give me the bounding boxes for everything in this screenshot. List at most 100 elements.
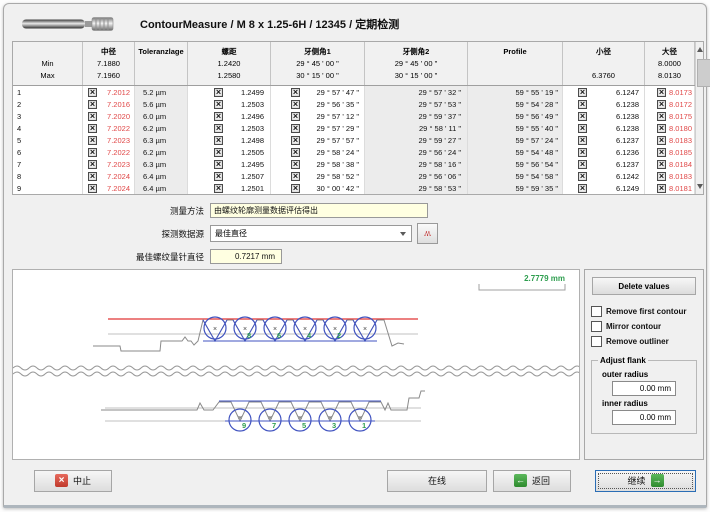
cell-value: 7.2023 [97, 136, 130, 145]
checked-checkbox-icon[interactable]: × [291, 136, 300, 145]
table-row[interactable]: 7×7.20236.3 µm×1.2495×29 ° 58 ' 38 "29 °… [13, 158, 695, 170]
unchecked-checkbox-icon[interactable] [591, 336, 602, 347]
checked-checkbox-icon[interactable]: × [291, 160, 300, 169]
back-button[interactable]: ← 返回 [493, 470, 571, 492]
checked-checkbox-icon[interactable]: × [578, 100, 587, 109]
contour-plot[interactable]: 2.7779 mm ××8×6×4×2××9×7×5×3×1 [12, 269, 580, 460]
checked-checkbox-icon[interactable]: × [88, 148, 97, 157]
checked-checkbox-icon[interactable]: × [214, 112, 223, 121]
table-scrollbar[interactable] [695, 42, 703, 194]
checked-checkbox-icon[interactable]: × [578, 136, 587, 145]
source-dropdown[interactable]: 最佳直径 [210, 225, 412, 242]
checked-checkbox-icon[interactable]: × [657, 184, 666, 193]
checked-checkbox-icon[interactable]: × [88, 100, 97, 109]
checked-checkbox-icon[interactable]: × [88, 124, 97, 133]
checked-checkbox-icon[interactable]: × [291, 184, 300, 193]
cell-d2: ×7.2022 [83, 146, 135, 158]
checked-checkbox-icon[interactable]: × [657, 124, 666, 133]
method-field[interactable]: 由螺纹轮廓测量数据评估得出 [210, 203, 428, 218]
checked-checkbox-icon[interactable]: × [657, 136, 666, 145]
checked-checkbox-icon[interactable]: × [291, 112, 300, 121]
outer-radius-value: 0.00 mm [640, 384, 671, 393]
cell-fa1: ×29 ° 57 ' 29 " [271, 122, 365, 134]
cell-value: 7.2024 [97, 184, 130, 193]
checked-checkbox-icon[interactable]: × [657, 148, 666, 157]
checked-checkbox-icon[interactable]: × [214, 88, 223, 97]
outer-radius-field[interactable]: 0.00 mm [612, 381, 676, 396]
checked-checkbox-icon[interactable]: × [214, 184, 223, 193]
checked-checkbox-icon[interactable]: × [214, 160, 223, 169]
unchecked-checkbox-icon[interactable] [591, 306, 602, 317]
contour-measure-dialog: ContourMeasure / M 8 x 1.25-6H / 12345 /… [3, 3, 707, 508]
checked-checkbox-icon[interactable]: × [657, 172, 666, 181]
scrollbar-down-icon[interactable] [696, 179, 703, 194]
checked-checkbox-icon[interactable]: × [657, 160, 666, 169]
table-row[interactable]: 1×7.20125.2 µm×1.2499×29 ° 57 ' 47 "29 °… [13, 86, 695, 98]
table-row[interactable]: 3×7.20206.0 µm×1.2496×29 ° 57 ' 12 "29 °… [13, 110, 695, 122]
checked-checkbox-icon[interactable]: × [291, 124, 300, 133]
checked-checkbox-icon[interactable]: × [88, 112, 97, 121]
cell-value: 5.2 µm [143, 88, 187, 97]
checked-checkbox-icon[interactable]: × [88, 88, 97, 97]
option-checkbox-row[interactable]: Remove first contour [591, 304, 697, 319]
cell-pitch: ×1.2505 [188, 146, 271, 158]
checked-checkbox-icon[interactable]: × [578, 184, 587, 193]
cell-value: 8.0185 [666, 148, 692, 157]
continue-button[interactable]: 继续 → [595, 470, 696, 492]
inner-radius-field[interactable]: 0.00 mm [612, 410, 676, 425]
checked-checkbox-icon[interactable]: × [88, 184, 97, 193]
checked-checkbox-icon[interactable]: × [214, 148, 223, 157]
row-number: 1 [13, 86, 83, 98]
cell-d2: ×7.2022 [83, 122, 135, 134]
contour-points-button[interactable] [417, 223, 438, 244]
checked-checkbox-icon[interactable]: × [88, 136, 97, 145]
scrollbar-up-icon[interactable] [696, 42, 703, 57]
cell-value: 1.2507 [223, 172, 264, 181]
checked-checkbox-icon[interactable]: × [578, 148, 587, 157]
abort-button[interactable]: × 中止 [34, 470, 112, 492]
checked-checkbox-icon[interactable]: × [214, 124, 223, 133]
checked-checkbox-icon[interactable]: × [291, 148, 300, 157]
checked-checkbox-icon[interactable]: × [291, 172, 300, 181]
cell-pitch: ×1.2499 [188, 86, 271, 98]
cell-value: 6.1236 [587, 148, 639, 157]
table-row[interactable]: 9×7.20246.4 µm×1.2501×30 ° 00 ' 42 "29 °… [13, 182, 695, 194]
table-row[interactable]: 4×7.20226.2 µm×1.2503×29 ° 57 ' 29 "29 °… [13, 122, 695, 134]
checked-checkbox-icon[interactable]: × [291, 100, 300, 109]
option-checkbox-row[interactable]: Remove outliner [591, 334, 697, 349]
checked-checkbox-icon[interactable]: × [88, 160, 97, 169]
wire-diameter-field[interactable]: 0.7217 mm [210, 249, 282, 264]
checked-checkbox-icon[interactable]: × [657, 88, 666, 97]
checked-checkbox-icon[interactable]: × [291, 88, 300, 97]
checked-checkbox-icon[interactable]: × [578, 160, 587, 169]
checked-checkbox-icon[interactable]: × [657, 112, 666, 121]
checked-checkbox-icon[interactable]: × [578, 172, 587, 181]
checked-checkbox-icon[interactable]: × [578, 124, 587, 133]
table-header-cell: MinMax [13, 42, 83, 85]
checked-checkbox-icon[interactable]: × [214, 136, 223, 145]
cell-d1: ×6.1238 [563, 122, 645, 134]
checked-checkbox-icon[interactable]: × [214, 172, 223, 181]
checked-checkbox-icon[interactable]: × [657, 100, 666, 109]
checked-checkbox-icon[interactable]: × [214, 100, 223, 109]
delete-values-button[interactable]: Delete values [592, 277, 696, 295]
checked-checkbox-icon[interactable]: × [578, 112, 587, 121]
table-row[interactable]: 8×7.20246.4 µm×1.2507×29 ° 58 ' 52 "29 °… [13, 170, 695, 182]
cell-value: 6.4 µm [143, 172, 187, 181]
scrollbar-thumb[interactable] [697, 59, 710, 87]
scrollbar-track[interactable] [696, 57, 703, 179]
cell-value: 8.0184 [666, 160, 692, 169]
checked-checkbox-icon[interactable]: × [578, 88, 587, 97]
cell-fa1: ×29 ° 58 ' 52 " [271, 170, 365, 182]
table-row[interactable]: 6×7.20226.2 µm×1.2505×29 ° 58 ' 24 "29 °… [13, 146, 695, 158]
cell-profile: 59 ° 56 ' 49 " [468, 110, 563, 122]
row-number: 2 [13, 98, 83, 110]
table-row[interactable]: 2×7.20165.6 µm×1.2503×29 ° 56 ' 35 "29 °… [13, 98, 695, 110]
table-row[interactable]: 5×7.20236.3 µm×1.2498×29 ° 57 ' 57 "29 °… [13, 134, 695, 146]
online-button[interactable]: 在线 [387, 470, 487, 492]
cell-d: ×8.0175 [645, 110, 695, 122]
option-checkbox-row[interactable]: Mirror contour [591, 319, 697, 334]
unchecked-checkbox-icon[interactable] [591, 321, 602, 332]
cell-d: ×8.0172 [645, 98, 695, 110]
checked-checkbox-icon[interactable]: × [88, 172, 97, 181]
